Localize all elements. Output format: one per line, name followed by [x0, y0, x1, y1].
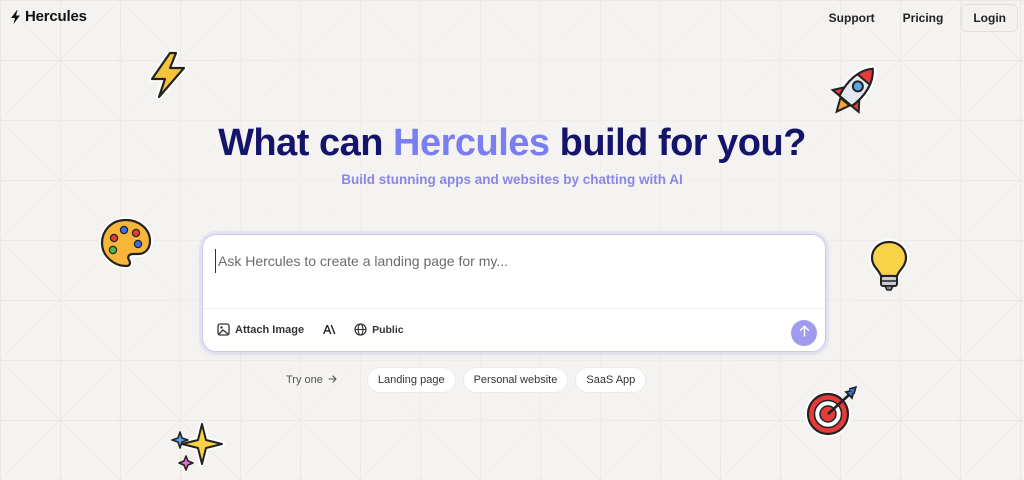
model-selector-button[interactable] [322, 324, 336, 335]
sparkles-icon [168, 420, 228, 480]
top-bar: Hercules Support Pricing Login [0, 0, 1024, 34]
suggestion-chip-saas-app[interactable]: SaaS App [575, 367, 647, 393]
arrow-right-icon [328, 374, 337, 386]
arrow-up-icon [799, 324, 810, 342]
lightning-icon [146, 50, 190, 105]
palette-icon [98, 216, 154, 275]
top-nav: Support Pricing Login [819, 4, 1018, 32]
suggestion-chip-landing-page[interactable]: Landing page [366, 367, 456, 393]
target-icon [802, 385, 860, 445]
visibility-label: Public [372, 323, 404, 336]
lightbulb-icon [868, 238, 910, 299]
hero-section: What can Hercules build for you? Build s… [0, 118, 1024, 187]
attach-image-label: Attach Image [235, 323, 305, 336]
page-title: What can Hercules build for you? [0, 118, 1024, 168]
headline-accent: Hercules [393, 122, 550, 164]
prompt-divider [203, 308, 825, 309]
send-button[interactable] [791, 320, 817, 346]
prompt-box: Attach Image Public [202, 234, 826, 352]
nav-pricing-link[interactable]: Pricing [893, 5, 954, 31]
headline-prefix: What can [218, 122, 394, 164]
anthropic-icon [322, 324, 336, 335]
try-one-label: Try one [286, 374, 337, 386]
image-icon [217, 323, 230, 336]
suggestions-row: Try one Landing page Personal website Sa… [286, 367, 653, 393]
prompt-toolbar: Attach Image Public [217, 323, 404, 336]
brand-logo[interactable]: Hercules [10, 8, 87, 25]
headline-suffix: build for you? [549, 122, 807, 164]
visibility-button[interactable]: Public [354, 323, 404, 336]
page-subtitle: Build stunning apps and websites by chat… [341, 172, 683, 187]
lightning-bolt-icon [10, 9, 21, 24]
login-button[interactable]: Login [961, 4, 1018, 32]
prompt-input[interactable] [215, 249, 775, 273]
try-one-text: Try one [286, 374, 323, 386]
attach-image-button[interactable]: Attach Image [217, 323, 304, 336]
nav-support-link[interactable]: Support [819, 5, 885, 31]
globe-icon [354, 323, 367, 336]
suggestion-chip-personal-website[interactable]: Personal website [462, 367, 569, 393]
brand-name: Hercules [25, 8, 87, 25]
